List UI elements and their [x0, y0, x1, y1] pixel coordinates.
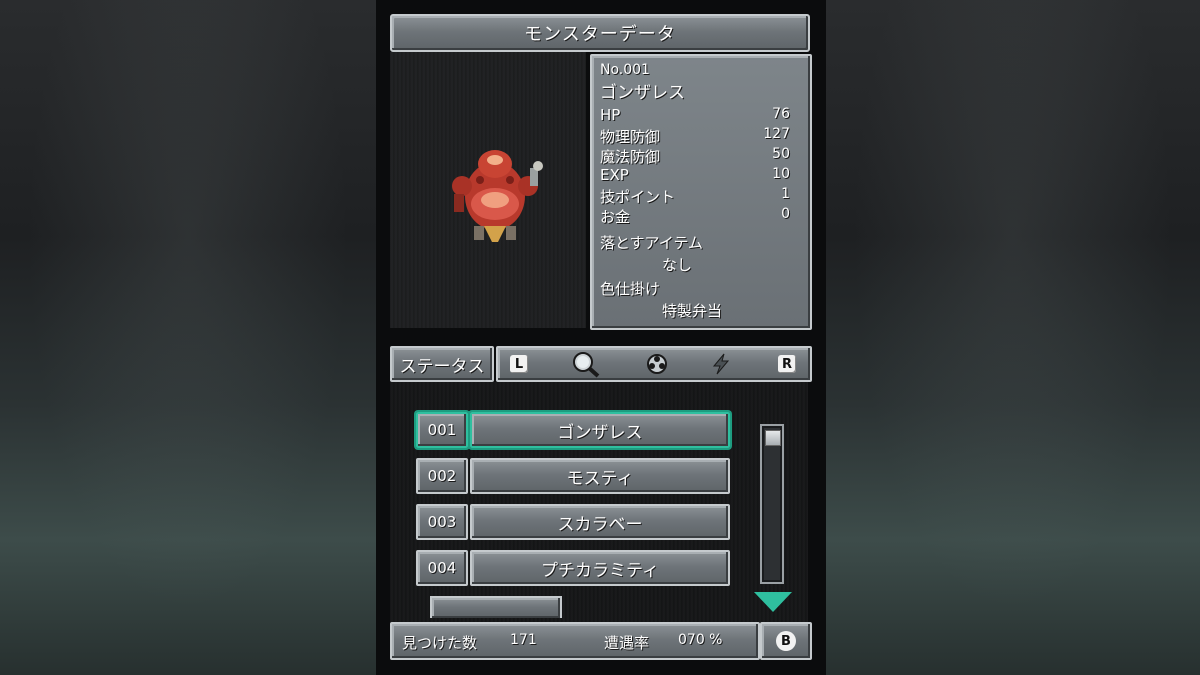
- list-item-name: モスティ: [470, 458, 730, 494]
- drop-item-value: なし: [662, 256, 693, 274]
- monster-list: 001 ゴンザレス 002 モスティ 003 スカラベー 004 プチカラミティ: [390, 382, 808, 622]
- blurred-background-right: [826, 0, 1200, 675]
- list-item-004[interactable]: 004 プチカラミティ: [416, 550, 730, 586]
- list-item-number: 002: [416, 458, 468, 494]
- stat-value: 127: [763, 126, 790, 142]
- tab-status[interactable]: ステータス: [390, 346, 494, 382]
- list-item-name: ゴンザレス: [470, 412, 730, 448]
- scroll-down-arrow-icon[interactable]: [754, 592, 792, 612]
- b-key-icon: B: [776, 631, 796, 651]
- stat-label: 技ポイント: [600, 188, 676, 206]
- scroll-thumb[interactable]: [765, 430, 781, 446]
- list-item-001[interactable]: 001 ゴンザレス: [416, 412, 730, 448]
- stats-panel: No.001 ゴンザレス HP 76 物理防御 127 魔法防御 50 EXP …: [590, 54, 812, 330]
- stat-row-physical-defense: 物理防御 127: [600, 126, 790, 146]
- orb-icon[interactable]: [646, 353, 668, 375]
- scrollbar[interactable]: [760, 424, 784, 584]
- monster-number: No.001: [600, 62, 650, 78]
- r-key-label: R: [778, 355, 796, 373]
- list-item-name: プチカラミティ: [470, 550, 730, 586]
- stat-value: 1: [781, 186, 790, 202]
- tab-icon-strip: L R: [496, 346, 812, 382]
- charm-item-value: 特製弁当: [662, 302, 723, 320]
- blurred-background-left: [0, 0, 376, 675]
- found-count-label: 見つけた数: [402, 634, 478, 652]
- l-key-label: L: [510, 355, 528, 373]
- stat-label: HP: [600, 106, 621, 124]
- list-item-002[interactable]: 002 モスティ: [416, 458, 730, 494]
- magnifier-icon[interactable]: [570, 350, 604, 378]
- stat-row-exp: EXP 10: [600, 166, 790, 186]
- drop-item-label: 落とすアイテム: [600, 234, 704, 252]
- stat-value: 10: [772, 166, 790, 182]
- list-item-name: スカラベー: [470, 504, 730, 540]
- encounter-rate-value: 070 %: [678, 632, 723, 648]
- stat-label: EXP: [600, 166, 629, 184]
- found-count-value: 171: [510, 632, 537, 648]
- stat-value: 50: [772, 146, 790, 162]
- list-item-partial[interactable]: [430, 596, 562, 618]
- stat-label: 魔法防御: [600, 148, 661, 166]
- list-item-number: 004: [416, 550, 468, 586]
- stat-row-tech-points: 技ポイント 1: [600, 186, 790, 206]
- screen-title: モンスターデータ: [390, 14, 810, 52]
- lightning-icon[interactable]: [710, 353, 732, 375]
- stat-row-money: お金 0: [600, 206, 790, 226]
- game-screen: モンスターデータ No.001 ゴンザレス HP 76 物理防御 127 魔法防…: [376, 0, 826, 675]
- monster-portrait: [390, 52, 586, 328]
- stat-row-magic-defense: 魔法防御 50: [600, 146, 790, 166]
- stat-label: お金: [600, 208, 631, 226]
- encounter-rate-label: 遭遇率: [604, 634, 650, 652]
- footer-bar: 見つけた数 171 遭遇率 070 %: [390, 622, 760, 660]
- list-item-number: 003: [416, 504, 468, 540]
- charm-label: 色仕掛け: [600, 280, 661, 298]
- r-button-icon[interactable]: R: [776, 353, 798, 375]
- tab-bar: ステータス L R: [390, 346, 812, 382]
- stat-row-hp: HP 76: [600, 106, 790, 126]
- list-item-003[interactable]: 003 スカラベー: [416, 504, 730, 540]
- stat-label: 物理防御: [600, 128, 661, 146]
- stat-value: 76: [772, 106, 790, 122]
- back-button[interactable]: B: [760, 622, 812, 660]
- monster-sprite-image: [452, 150, 543, 242]
- list-item-number: 001: [416, 412, 468, 448]
- monster-name: ゴンザレス: [600, 83, 685, 103]
- l-button-icon[interactable]: L: [508, 353, 530, 375]
- stat-value: 0: [781, 206, 790, 222]
